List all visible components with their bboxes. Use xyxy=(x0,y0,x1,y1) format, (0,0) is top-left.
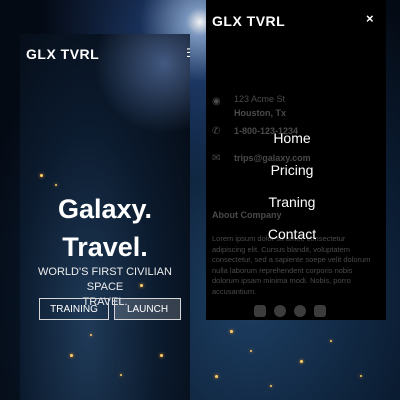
city-light xyxy=(90,334,92,336)
hero-subtitle-line1: WORLD'S FIRST CIVILIAN SPACE xyxy=(38,266,172,293)
address-line2: Houston, Tx xyxy=(234,108,286,118)
mobile-screen-home: GLX TVRL ☰ Galaxy. Travel. WORLD'S FIRST… xyxy=(20,34,190,400)
brand-logo[interactable]: GLX TVRL xyxy=(26,46,99,62)
linkedin-icon[interactable] xyxy=(254,305,266,317)
address-line1: 123 Acme St xyxy=(234,94,286,104)
city-light xyxy=(120,374,122,376)
brand-logo[interactable]: GLX TVRL xyxy=(212,13,285,29)
city-light xyxy=(300,360,303,363)
hero-headline-line2: Travel. xyxy=(62,232,148,262)
hero-headline-line1: Galaxy. xyxy=(57,194,153,224)
city-light xyxy=(40,174,43,177)
city-light xyxy=(70,354,73,357)
city-light xyxy=(250,350,252,352)
menu-item-training[interactable]: Traning xyxy=(206,194,378,210)
menu-item-pricing[interactable]: Pricing xyxy=(206,162,378,178)
contact-section: ◉ 123 Acme St Houston, Tx ✆ 1-800-123-12… xyxy=(206,0,386,320)
city-light xyxy=(160,354,163,357)
about-heading: About Company xyxy=(212,210,282,220)
city-light xyxy=(360,375,362,377)
about-text: Lorem ipsum dolor sit amet, consectetur … xyxy=(212,234,371,296)
menu-item-contact[interactable]: Contact xyxy=(206,226,378,242)
location-icon: ◉ xyxy=(212,96,221,107)
city-light xyxy=(330,340,332,342)
close-icon[interactable]: × xyxy=(366,11,374,26)
github-icon[interactable] xyxy=(274,305,286,317)
launch-button[interactable]: LAUNCH xyxy=(114,298,181,320)
hamburger-icon[interactable]: ☰ xyxy=(186,46,190,60)
twitter-icon[interactable] xyxy=(314,305,326,317)
city-light xyxy=(55,184,57,186)
city-light xyxy=(230,330,233,333)
facebook-icon[interactable] xyxy=(294,305,306,317)
city-light xyxy=(215,375,218,378)
city-light xyxy=(270,385,272,387)
mobile-screen-menu-open: ◉ 123 Acme St Houston, Tx ✆ 1-800-123-12… xyxy=(206,0,386,320)
training-button[interactable]: TRAINING xyxy=(39,298,109,320)
menu-item-home[interactable]: Home xyxy=(206,130,378,146)
